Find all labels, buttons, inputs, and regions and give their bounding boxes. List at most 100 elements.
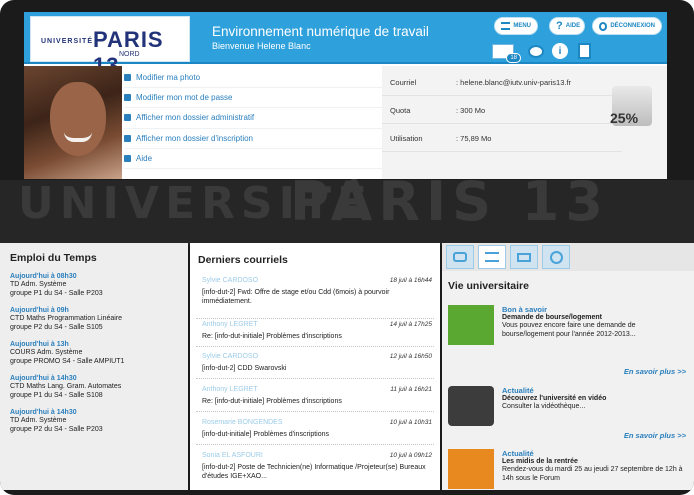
document-shortcut[interactable] <box>575 42 593 60</box>
schedule-room: groupe P1 du S4 - Salle P203 <box>10 290 103 297</box>
mail-item[interactable]: Anthony LEGRET 11 juil à 16h21 Re: [info… <box>196 386 434 412</box>
mail-item[interactable]: Rosemarie BONGENDES 10 juil à 10h31 [inf… <box>196 419 434 445</box>
schedule-room: groupe P2 du S4 - Salle S105 <box>10 324 103 331</box>
app-title: Environnement numérique de travail <box>212 24 429 39</box>
event-thumbnail <box>448 449 494 489</box>
logo-sub-text: NORD <box>119 51 140 58</box>
mail-sender: Anthony LEGRET <box>202 321 258 328</box>
news-body: Rendez-vous du mardi 25 au jeudi 27 sept… <box>502 466 683 482</box>
schedule-item[interactable]: Aujourd'hui à 08h30 TD Adm. Système grou… <box>10 273 185 298</box>
chat-icon <box>453 252 467 262</box>
mail-sender: Sylvie CARDOSO <box>202 353 259 360</box>
news-title: Découvrez l'université en vidéo <box>502 395 607 402</box>
campus-news-item[interactable]: Actualité Découvrez l'université en vidé… <box>448 386 690 426</box>
profile-photo <box>24 66 122 179</box>
mail-subject: Re: [info-dut-initiale] Problèmes d'insc… <box>202 398 342 405</box>
schedule-item[interactable]: Aujourd'hui à 14h30 CTD Maths Lang. Gram… <box>10 375 185 400</box>
mail-date: 12 juil à 16h50 <box>389 353 432 360</box>
link-label: Modifier mon mot de passe <box>136 93 233 103</box>
logout-label: DÉCONNEXION <box>610 23 655 29</box>
news-thumbnail <box>448 305 494 345</box>
schedule-room: groupe PROMO S4 - Salle AMPIUT1 <box>10 358 125 365</box>
schedule-course: CTD Maths Programmation Linéaire <box>10 315 123 322</box>
schedule-item[interactable]: Aujourd'hui à 14h30 TD Adm. Système grou… <box>10 409 185 434</box>
campus-news-item[interactable]: Actualité Les midis de la rentrée Rendez… <box>448 449 690 489</box>
mail-date: 11 juil à 16h21 <box>390 386 432 393</box>
link-label: Aide <box>136 153 153 163</box>
mail-date: 14 juil à 17h25 <box>389 321 432 328</box>
schedule-course: COURS Adm. Système <box>10 349 83 356</box>
arrow-bullet-icon <box>124 114 131 122</box>
link-dossier-administratif[interactable]: Afficher mon dossier administratif <box>124 108 382 129</box>
profile-card: UNIVERSITÉ PARIS 13 NORD Environnement n… <box>24 12 667 179</box>
quota-value: : 300 Mo <box>456 106 486 115</box>
schedule-panel: Emploi du Temps Aujourd'hui à 08h30 TD A… <box>0 243 188 490</box>
mail-panel: Derniers courriels Sylvie CARDOSO 18 jui… <box>190 243 440 490</box>
profile-links: Modifier ma photo Modifier mon mot de pa… <box>124 68 382 169</box>
tab-chat[interactable] <box>446 245 474 269</box>
mail-sender: Anthony LEGRET <box>202 386 258 393</box>
news-category: Bon à savoir <box>502 305 548 314</box>
mail-date: 18 juil à 16h44 <box>389 277 432 284</box>
email-label: Courriel <box>390 78 417 87</box>
mail-item[interactable]: Anthony LEGRET 14 juil à 17h25 Re: [info… <box>196 321 434 347</box>
email-value: : helene.blanc@iutv.univ-paris13.fr <box>456 78 572 87</box>
video-thumbnail <box>448 386 494 426</box>
app-frame: UNIVERSITÉ PARIS 13 UNIVERSITÉ PARIS 13 … <box>0 0 694 495</box>
tab-news[interactable] <box>478 245 506 269</box>
quota-label: Quota <box>390 106 411 115</box>
arrow-bullet-icon <box>124 134 131 142</box>
mail-subject: [info-dut-2] Fwd: Offre de stage et/ou C… <box>202 289 390 305</box>
link-label: Afficher mon dossier administratif <box>136 113 255 123</box>
link-aide[interactable]: Aide <box>124 149 382 169</box>
university-logo[interactable]: UNIVERSITÉ PARIS 13 NORD <box>30 16 190 78</box>
menu-button[interactable]: MENU <box>494 17 538 35</box>
account-quota-row: Quota : 300 Mo <box>382 98 622 124</box>
mail-subject: [info-dut-2] Poste de Technicien(ne) Inf… <box>202 464 426 480</box>
schedule-room: groupe P2 du S4 - Salle P203 <box>10 426 103 433</box>
help-label: AIDE <box>565 23 581 29</box>
schedule-course: CTD Maths Lang. Gram. Automates <box>10 383 122 390</box>
mail-item[interactable]: Sonia EL ASFOURI 10 juil à 09h12 [info-d… <box>196 452 434 488</box>
read-more-link[interactable]: En savoir plus >> <box>624 431 686 440</box>
envelope-icon: 18 <box>492 43 521 63</box>
mail-panel-title: Derniers courriels <box>198 254 288 266</box>
mail-shortcut[interactable]: 18 <box>488 42 521 63</box>
usage-label: Utilisation <box>390 134 423 143</box>
tab-calendar[interactable] <box>542 245 570 269</box>
info-shortcut[interactable]: i <box>550 42 570 60</box>
logout-button[interactable]: DÉCONNEXION <box>592 17 662 35</box>
help-button[interactable]: ? AIDE <box>549 17 585 35</box>
schedule-item[interactable]: Aujourd'hui à 09h CTD Maths Programmatio… <box>10 307 185 332</box>
mail-item[interactable]: Sylvie CARDOSO 18 juil à 16h44 [info-dut… <box>196 277 434 319</box>
schedule-time: Aujourd'hui à 14h30 <box>10 409 77 416</box>
arrow-bullet-icon <box>124 154 131 162</box>
account-usage-row: Utilisation : 75,89 Mo <box>382 126 622 152</box>
panel-tabs <box>442 243 694 271</box>
campus-news-item[interactable]: Bon à savoir Demande de bourse/logement … <box>448 305 690 365</box>
mail-subject: [info-dut-initiale] Problèmes d'inscript… <box>202 431 330 438</box>
usage-value: : 75,89 Mo <box>456 134 492 143</box>
mail-item[interactable]: Sylvie CARDOSO 12 juil à 16h50 [info-dut… <box>196 353 434 379</box>
campus-life-title: Vie universitaire <box>448 280 529 292</box>
tab-video[interactable] <box>510 245 538 269</box>
news-title: Les midis de la rentrée <box>502 458 578 465</box>
link-modifier-mot-de-passe[interactable]: Modifier mon mot de passe <box>124 88 382 109</box>
mail-sender: Sylvie CARDOSO <box>202 277 259 284</box>
read-more-link[interactable]: En savoir plus >> <box>624 367 686 376</box>
schedule-time: Aujourd'hui à 14h30 <box>10 375 77 382</box>
face-shape <box>50 82 106 156</box>
mail-subject: Re: [info-dut-initiale] Problèmes d'insc… <box>202 333 342 340</box>
link-modifier-photo[interactable]: Modifier ma photo <box>124 68 382 89</box>
header-bar: UNIVERSITÉ PARIS 13 NORD Environnement n… <box>24 12 667 78</box>
schedule-title: Emploi du Temps <box>10 252 97 264</box>
schedule-item[interactable]: Aujourd'hui à 13h COURS Adm. Système gro… <box>10 341 185 366</box>
menu-icon <box>501 22 511 30</box>
link-dossier-inscription[interactable]: Afficher mon dossier d'inscription <box>124 129 382 149</box>
chat-shortcut[interactable] <box>526 42 546 60</box>
document-icon <box>577 43 591 59</box>
mail-date: 10 juil à 10h31 <box>389 419 432 426</box>
schedule-time: Aujourd'hui à 13h <box>10 341 69 348</box>
link-label: Afficher mon dossier d'inscription <box>136 133 253 143</box>
schedule-course: TD Adm. Système <box>10 417 67 424</box>
